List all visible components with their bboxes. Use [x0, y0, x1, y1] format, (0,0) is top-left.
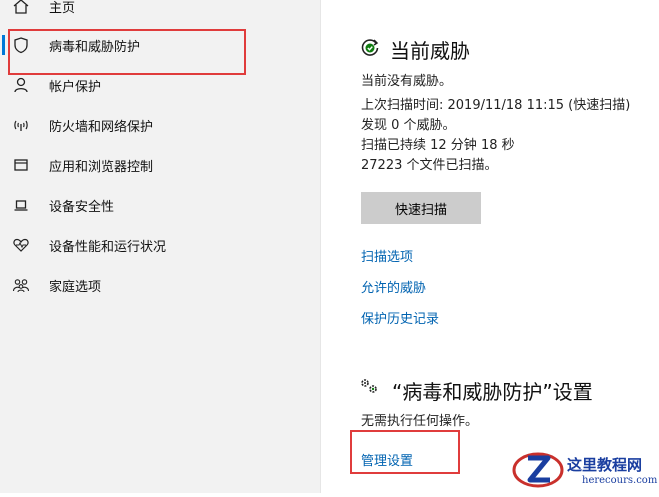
- sidebar-item-device-security[interactable]: 设备安全性: [0, 185, 320, 225]
- quick-scan-button[interactable]: 快速扫描: [361, 192, 481, 224]
- scan-options-link[interactable]: 扫描选项: [361, 246, 413, 265]
- sidebar-item-label: 设备性能和运行状况: [49, 239, 167, 255]
- sidebar-item-family-options[interactable]: 家庭选项: [0, 265, 320, 305]
- sidebar-item-app-browser-control[interactable]: 应用和浏览器控制: [0, 145, 320, 185]
- watermark-url: herecours.com: [582, 475, 658, 486]
- protection-history-link[interactable]: 保护历史记录: [361, 308, 439, 327]
- sidebar-item-label: 应用和浏览器控制: [49, 159, 154, 175]
- sidebar-item-firewall[interactable]: 防火墙和网络保护: [0, 105, 320, 145]
- threats-found-text: 发现 0 个威胁。: [361, 118, 456, 133]
- settings-gears-icon: [358, 376, 382, 396]
- sidebar-divider: [320, 0, 321, 493]
- sidebar-item-label: 家庭选项: [49, 279, 102, 295]
- sidebar-item-home[interactable]: 主页: [0, 0, 320, 26]
- family-icon: [10, 274, 32, 296]
- watermark-title: 这里教程网: [567, 456, 643, 474]
- protection-settings-title: “病毒和威胁防护”设置: [392, 380, 593, 404]
- threat-status-icon: [359, 36, 381, 58]
- person-icon: [10, 74, 32, 96]
- scan-duration-text: 扫描已持续 12 分钟 18 秒: [361, 138, 515, 153]
- app-window-icon: [10, 154, 32, 176]
- heart-pulse-icon: [10, 234, 32, 256]
- current-threats-title: 当前威胁: [390, 39, 470, 63]
- sidebar-item-label: 防火墙和网络保护: [49, 119, 154, 135]
- no-action-text: 无需执行任何操作。: [361, 414, 479, 429]
- wifi-signal-icon: [10, 114, 32, 136]
- sidebar-item-label: 设备安全性: [49, 199, 115, 215]
- sidebar-item-label: 帐户保护: [49, 79, 102, 95]
- sidebar-item-label: 主页: [49, 0, 76, 16]
- home-icon: [10, 0, 32, 17]
- sidebar-item-device-performance[interactable]: 设备性能和运行状况: [0, 225, 320, 265]
- manage-settings-link[interactable]: 管理设置: [361, 450, 413, 469]
- sidebar-item-account-protection[interactable]: 帐户保护: [0, 65, 320, 105]
- files-scanned-text: 27223 个文件已扫描。: [361, 158, 498, 173]
- laptop-icon: [10, 194, 32, 216]
- no-threats-text: 当前没有威胁。: [361, 74, 453, 89]
- allowed-threats-link[interactable]: 允许的威胁: [361, 277, 426, 296]
- shield-icon: [10, 34, 32, 56]
- sidebar-item-virus-protection[interactable]: 病毒和威胁防护: [0, 25, 320, 65]
- last-scan-text: 上次扫描时间: 2019/11/18 11:15 (快速扫描): [361, 98, 631, 113]
- sidebar-item-label: 病毒和威胁防护: [49, 39, 141, 55]
